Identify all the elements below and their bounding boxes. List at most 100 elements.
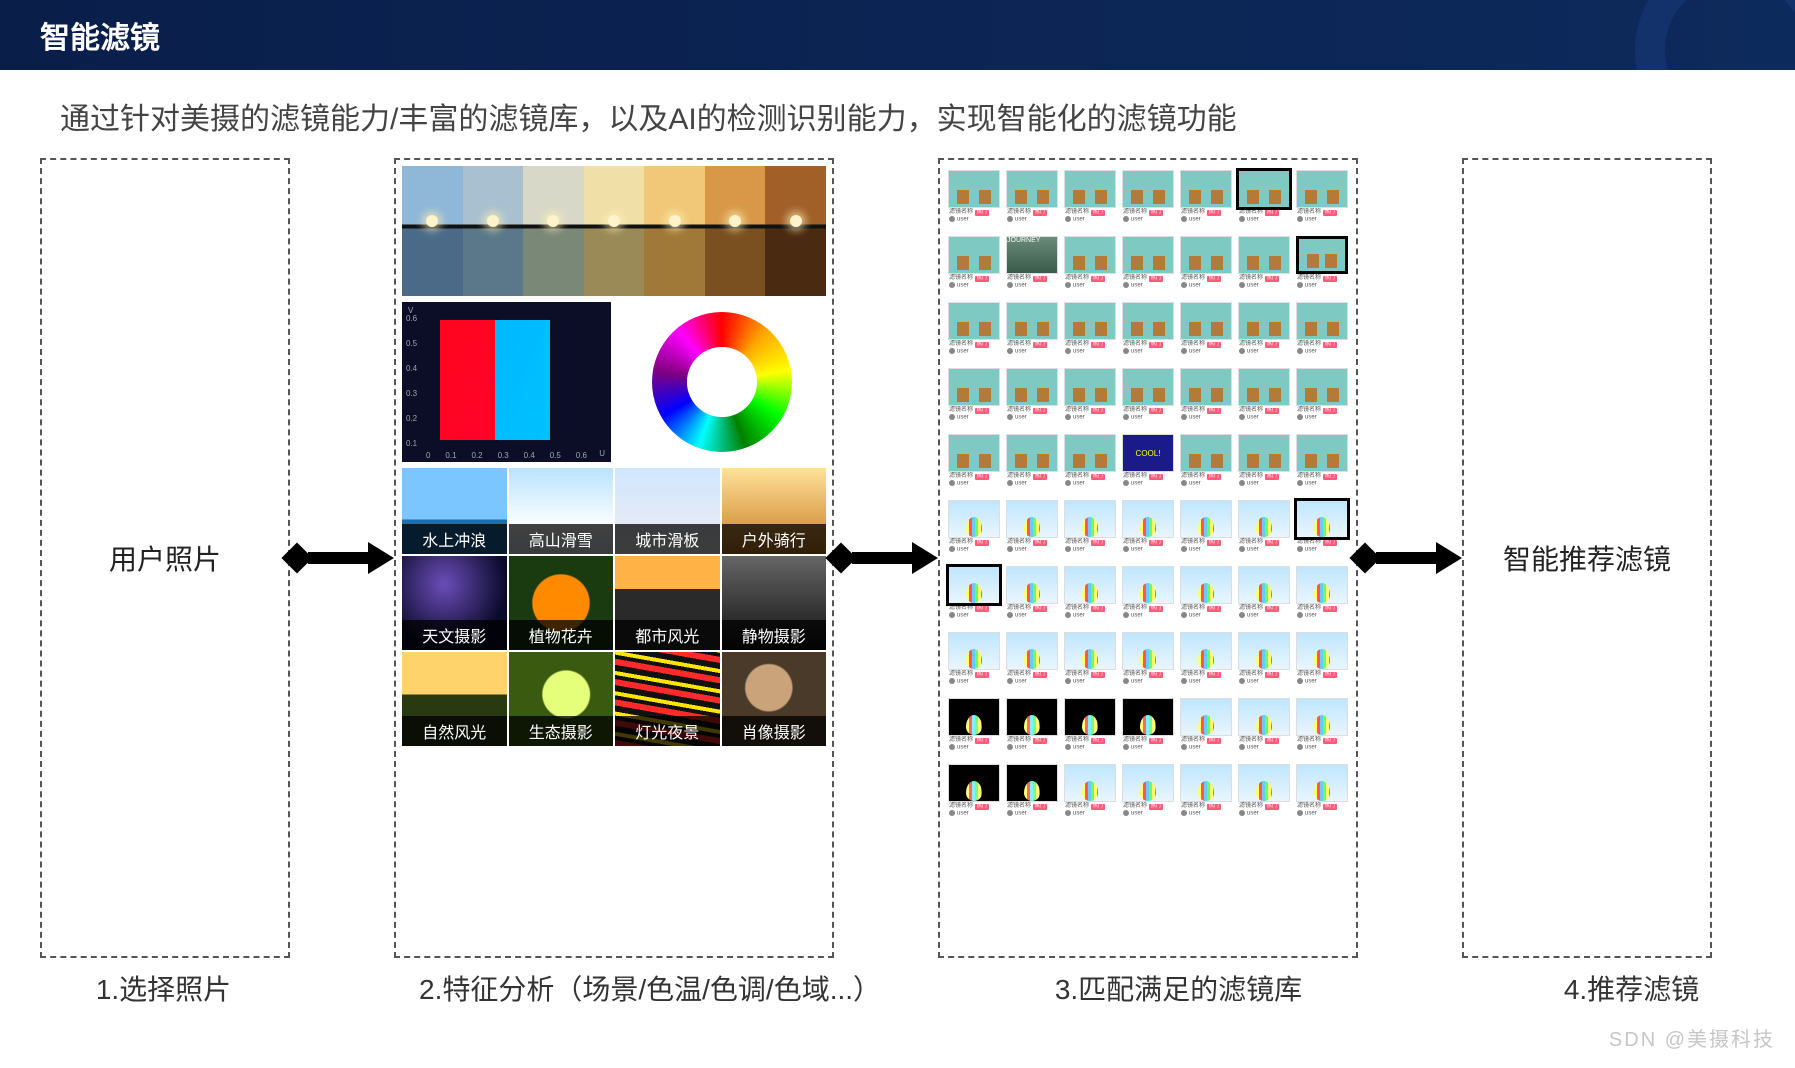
filter-meta: 滤镜名称 热门user [1122,208,1174,230]
filter-author: user [1189,546,1201,552]
filter-thumb [1296,764,1348,802]
filter-card: 滤镜名称 热门user [948,764,1000,824]
filter-name: 滤镜名称 [1123,407,1147,413]
filter-thumb [1122,764,1174,802]
filter-card: 滤镜名称 热门user [948,500,1000,560]
filter-meta: 滤镜名称 热门user [1180,538,1232,560]
filter-tag: 热门 [975,342,989,348]
filter-thumb [1296,632,1348,670]
filter-name: 滤镜名称 [1239,539,1263,545]
filter-thumb [1180,170,1232,208]
filter-name: 滤镜名称 [1007,539,1031,545]
filter-author: user [1073,480,1085,486]
filter-card: 滤镜名称 热门user [1122,170,1174,230]
filter-tag: 热门 [1323,408,1337,414]
filter-name: 滤镜名称 [1181,737,1205,743]
filter-thumb [1238,302,1290,340]
filter-author: user [1305,678,1317,684]
filter-thumb [948,566,1000,604]
filter-tag: 热门 [1033,738,1047,744]
filter-name: 滤镜名称 [1239,737,1263,743]
filter-author: user [1015,216,1027,222]
avatar-icon [1181,282,1187,288]
filter-name: 滤镜名称 [949,539,973,545]
avatar-icon [1239,216,1245,222]
filter-card: 滤镜名称 热门user [1006,434,1058,494]
filter-meta: 滤镜名称 热门user [948,736,1000,758]
filter-name: 滤镜名称 [1123,539,1147,545]
scene-label: 自然风光 [402,716,507,746]
filter-meta: 滤镜名称 热门user [1296,274,1348,296]
filter-meta: 滤镜名称 热门user [1238,736,1290,758]
avatar-icon [1123,612,1129,618]
avatar-icon [1065,810,1071,816]
avatar-icon [949,744,955,750]
filter-card: 滤镜名称 热门user [1180,764,1232,824]
avatar-icon [1123,282,1129,288]
avatar-icon [1239,348,1245,354]
filter-name: 滤镜名称 [1123,737,1147,743]
avatar-icon [1065,678,1071,684]
filter-card: 滤镜名称 热门user [1180,170,1232,230]
avatar-icon [949,678,955,684]
avatar-icon [1239,480,1245,486]
filter-author: user [957,612,969,618]
filter-name: 滤镜名称 [949,341,973,347]
filter-tag: 热门 [1149,804,1163,810]
filter-meta: 滤镜名称 热门user [1122,406,1174,428]
filter-thumb [1238,566,1290,604]
filter-thumb [1006,698,1058,736]
filter-name: 滤镜名称 [949,407,973,413]
filter-tag: 热门 [1149,540,1163,546]
filter-meta: 滤镜名称 热门user [1064,406,1116,428]
filter-thumb [1238,434,1290,472]
filter-name: 滤镜名称 [1123,275,1147,281]
filter-name: 滤镜名称 [1297,737,1321,743]
filter-author: user [1131,810,1143,816]
slide-header: 智能滤镜 [0,0,1795,70]
filter-tag: 热门 [1323,342,1337,348]
filter-meta: 滤镜名称 热门user [1064,472,1116,494]
filter-card: 滤镜名称 热门user [1064,368,1116,428]
filter-name: 滤镜名称 [1181,539,1205,545]
filter-meta: 滤镜名称 热门user [1064,604,1116,626]
filter-name: 滤镜名称 [1123,605,1147,611]
filter-author: user [1131,546,1143,552]
filter-meta: 滤镜名称 热门user [1296,208,1348,230]
filter-author: user [1073,282,1085,288]
filter-meta: 滤镜名称 热门 user [1296,736,1348,758]
filter-meta: 滤镜名称 热门user [948,406,1000,428]
filter-meta: 滤镜名称 热门user [948,604,1000,626]
filter-author: user [1073,744,1085,750]
filter-name: 滤镜名称 [1181,407,1205,413]
filter-thumb [1296,368,1348,406]
filter-tag: 热门 [1323,738,1337,744]
filter-thumb [1006,632,1058,670]
filter-thumb [1296,566,1348,604]
filter-card: 滤镜名称 热门user [1064,500,1116,560]
filter-name: 滤镜名称 [1239,473,1263,479]
filter-author: user [957,678,969,684]
avatar-icon [1123,744,1129,750]
filter-meta: 滤镜名称 热门user [1238,802,1290,824]
filter-thumb [948,632,1000,670]
filter-tag: 热门 [975,276,989,282]
filter-author: user [1305,744,1317,750]
filter-thumb: JOURNEY [1006,236,1058,274]
filter-tag: 热门 [975,474,989,480]
scene-label: 生态摄影 [509,716,614,746]
filter-tag: 热门 [1091,210,1105,216]
filter-card: 滤镜名称 热门user [1238,434,1290,494]
filter-thumb [948,434,1000,472]
filter-author: user [957,810,969,816]
avatar-icon [949,216,955,222]
filter-name: 滤镜名称 [1007,275,1031,281]
filter-card: 滤镜名称 热门user [1006,566,1058,626]
filter-tag: 热门 [1265,276,1279,282]
scene-label: 植物花卉 [509,620,614,650]
filter-card: 滤镜名称 热门user [1180,632,1232,692]
avatar-icon [1181,348,1187,354]
filter-tag: 热门 [1149,672,1163,678]
filter-author: user [1073,810,1085,816]
filter-author: user [957,546,969,552]
